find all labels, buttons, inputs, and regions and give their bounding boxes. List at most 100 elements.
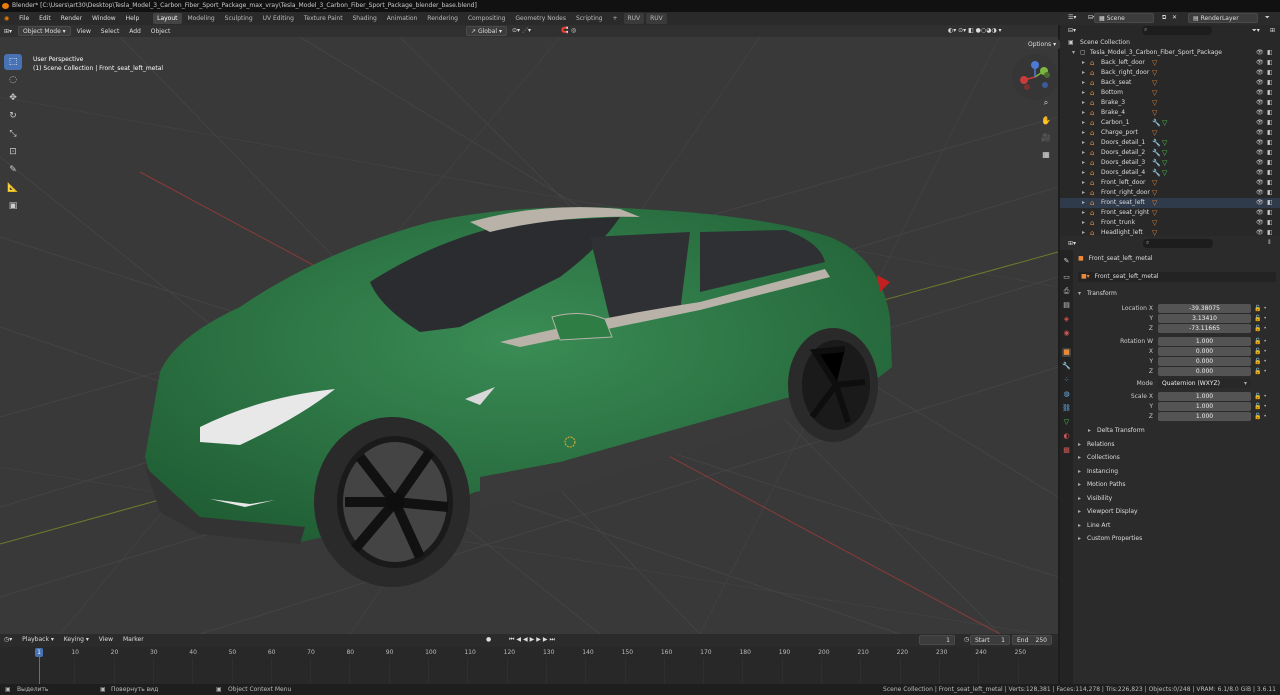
lock-keyframe-icon[interactable]: 🔓 • — [1254, 338, 1267, 345]
properties-editor-icon[interactable]: ⊞▾ — [1064, 239, 1080, 249]
outliner-item-row[interactable]: ▸ ⌂ Back_seat ▽ 👁 ◧ — [1060, 78, 1280, 88]
gizmo-x-icon[interactable] — [1020, 76, 1028, 84]
particles-tab-icon[interactable]: ⁘ — [1062, 376, 1071, 385]
camera-icon[interactable]: ◧ — [1267, 168, 1273, 178]
menu-playback[interactable]: Playback ▾ — [18, 635, 58, 645]
camera-icon[interactable]: ◧ — [1267, 108, 1273, 118]
start-frame-field[interactable]: Start 1 — [970, 635, 1010, 645]
physics-tab-icon[interactable]: ◍ — [1062, 390, 1071, 399]
outliner-collection-row[interactable]: ▾ ▢ Tesla_Model_3_Carbon_Fiber_Sport_Pac… — [1060, 48, 1280, 58]
outliner-item-row[interactable]: ▸ ⌂ Brake_3 ▽ 👁 ◧ — [1060, 98, 1280, 108]
editor-type-icon[interactable]: ⊞▾ — [0, 27, 16, 37]
timeline-editor-icon[interactable]: ◷▾ — [0, 635, 16, 645]
add-workspace-button[interactable]: + — [609, 13, 622, 24]
scene-delete-icon[interactable]: ✕ — [1168, 13, 1181, 23]
eye-icon[interactable]: 👁 — [1256, 188, 1264, 198]
rotation-y-field[interactable]: 0.000 — [1158, 357, 1251, 366]
eye-icon[interactable]: 👁 — [1256, 148, 1264, 158]
eye-icon[interactable]: 👁 — [1256, 78, 1264, 88]
ortho-grid-icon[interactable]: ▦ — [1040, 148, 1052, 160]
pan-hand-icon[interactable]: ✋ — [1040, 114, 1052, 126]
proportional-edit-icon[interactable]: ◎ — [567, 26, 580, 36]
eye-icon[interactable]: 👁 — [1256, 58, 1264, 68]
blender-menu-icon[interactable]: ◉ — [0, 12, 13, 25]
camera-icon[interactable]: ◧ — [1267, 98, 1273, 108]
expand-arrow-icon[interactable]: ▸ — [1082, 218, 1085, 228]
cursor-tool-icon[interactable]: ◌ — [4, 72, 22, 88]
location-z-field[interactable]: -73.11665 — [1158, 324, 1251, 333]
section-header[interactable]: ▸ Visibility — [1078, 493, 1276, 505]
eye-icon[interactable]: 👁 — [1256, 128, 1264, 138]
tab-shading[interactable]: Shading — [348, 13, 380, 24]
outliner-item-row[interactable]: ▸ ⌂ Bottom ▽ 👁 ◧ — [1060, 88, 1280, 98]
material-tab-icon[interactable]: ◐ — [1062, 432, 1071, 441]
eye-icon[interactable]: 👁 — [1256, 68, 1264, 78]
menu-marker[interactable]: Marker — [119, 635, 148, 645]
car-model[interactable] — [145, 207, 892, 587]
eye-icon[interactable]: 👁 — [1256, 198, 1264, 208]
lock-keyframe-icon[interactable]: 🔓 • — [1254, 358, 1267, 365]
pin-icon[interactable]: ⫴ — [1268, 239, 1271, 247]
expand-arrow-icon[interactable]: ▸ — [1082, 178, 1085, 188]
navigation-gizmo[interactable] — [1012, 54, 1058, 100]
tab-geometry-nodes[interactable]: Geometry Nodes — [511, 13, 570, 24]
lock-keyframe-icon[interactable]: 🔓 • — [1254, 368, 1267, 375]
zoom-icon[interactable]: ⌕ — [1040, 97, 1052, 109]
tab-modeling[interactable]: Modeling — [183, 13, 218, 24]
camera-icon[interactable]: ◧ — [1267, 188, 1273, 198]
viewport-visibility-icons[interactable]: ◐▾ ⊙▾ ◧ ●○◕◑ ▾ — [944, 26, 1006, 36]
rotation-z-field[interactable]: 0.000 — [1158, 367, 1251, 376]
camera-icon[interactable]: ◧ — [1267, 218, 1273, 228]
playhead[interactable]: 1 — [35, 648, 43, 657]
properties-search-input[interactable] — [1143, 239, 1213, 248]
ruv-button-1[interactable]: RUV — [623, 13, 645, 24]
expand-arrow-icon[interactable]: ▸ — [1082, 188, 1085, 198]
move-tool-icon[interactable]: ✥ — [4, 90, 22, 106]
lock-keyframe-icon[interactable]: 🔓 • — [1254, 348, 1267, 355]
camera-icon[interactable]: ◧ — [1267, 88, 1273, 98]
expand-arrow-icon[interactable]: ▸ — [1082, 148, 1085, 158]
rotation-w-field[interactable]: 1.000 — [1158, 337, 1251, 346]
camera-icon[interactable]: ◧ — [1267, 208, 1273, 218]
gizmo-neg-x-icon[interactable] — [1024, 84, 1030, 90]
outliner-item-row[interactable]: ▸ ⌂ Doors_detail_4 🔧 ▽ 👁 ◧ — [1060, 168, 1280, 178]
camera-icon[interactable]: ◧ — [1267, 78, 1273, 88]
eye-icon[interactable]: 👁 — [1256, 48, 1264, 58]
eye-icon[interactable]: 👁 — [1256, 108, 1264, 118]
tool-tab-icon[interactable]: ✎ — [1062, 257, 1071, 266]
transform-section-header[interactable]: ▾ Transform — [1078, 288, 1276, 300]
modifier-tab-icon[interactable]: 🔧 — [1062, 362, 1071, 371]
render-tab-icon[interactable]: ▭ — [1062, 273, 1071, 282]
ruv-button-2[interactable]: RUV — [646, 13, 667, 24]
texture-tab-icon[interactable]: ▩ — [1062, 446, 1071, 455]
outliner-search-input[interactable] — [1142, 26, 1212, 35]
camera-icon[interactable]: ◧ — [1267, 148, 1273, 158]
outliner-item-row[interactable]: ▸ ⌂ Front_left_door ▽ 👁 ◧ — [1060, 178, 1280, 188]
camera-icon[interactable]: ◧ — [1267, 58, 1273, 68]
eye-icon[interactable]: 👁 — [1256, 208, 1264, 218]
tab-rendering[interactable]: Rendering — [423, 13, 462, 24]
view-layer-selector[interactable]: ▤ RenderLayer — [1188, 13, 1258, 23]
outliner-item-row[interactable]: ▸ ⌂ Doors_detail_3 🔧 ▽ 👁 ◧ — [1060, 158, 1280, 168]
outliner-item-row[interactable]: ▸ ⌂ Front_trunk ▽ 👁 ◧ — [1060, 218, 1280, 228]
record-icon[interactable]: ● — [482, 635, 495, 645]
scale-tool-icon[interactable]: ⤡ — [4, 126, 22, 142]
current-frame-field[interactable]: 1 — [919, 635, 955, 645]
data-tab-icon[interactable]: ▽ — [1062, 418, 1071, 427]
eye-icon[interactable]: 👁 — [1256, 218, 1264, 228]
tab-compositing[interactable]: Compositing — [464, 13, 510, 24]
end-frame-field[interactable]: End 250 — [1012, 635, 1052, 645]
expand-arrow-icon[interactable]: ▸ — [1082, 108, 1085, 118]
eye-icon[interactable]: 👁 — [1256, 118, 1264, 128]
menu-window[interactable]: Window — [88, 12, 120, 25]
expand-arrow-icon[interactable]: ▸ — [1082, 58, 1085, 68]
lock-keyframe-icon[interactable]: 🔓 • — [1254, 325, 1267, 332]
menu-timeline-view[interactable]: View — [95, 635, 117, 645]
eye-icon[interactable]: 👁 — [1256, 158, 1264, 168]
camera-view-icon[interactable]: 🎥 — [1040, 131, 1052, 143]
eye-icon[interactable]: 👁 — [1256, 98, 1264, 108]
tab-animation[interactable]: Animation — [383, 13, 422, 24]
outliner-item-row[interactable]: ▸ ⌂ Charge_port ▽ 👁 ◧ — [1060, 128, 1280, 138]
annotate-tool-icon[interactable]: ✎ — [4, 162, 22, 178]
menu-add[interactable]: Add — [125, 27, 145, 37]
